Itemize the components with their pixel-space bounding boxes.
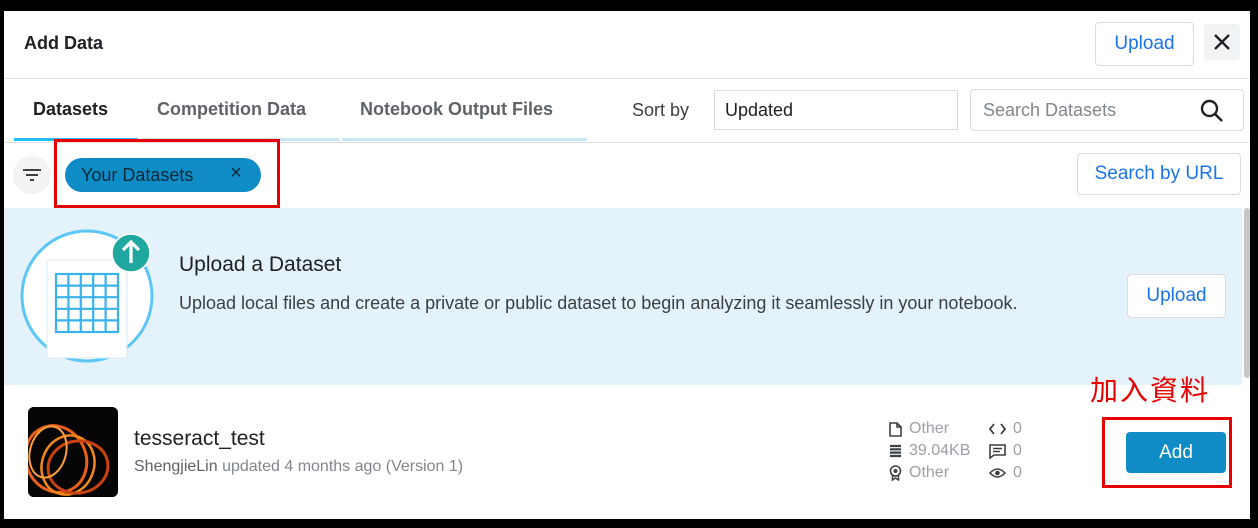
dataset-title[interactable]: tesseract_test [134,427,265,451]
size-meta: 39.04KB [889,442,970,460]
upload-button[interactable]: Upload [1095,22,1194,66]
filter-button[interactable] [13,156,51,194]
tab-notebook-output-files[interactable]: Notebook Output Files [360,99,553,120]
discussion-icon [989,443,1006,459]
dataset-owner[interactable]: ShengjieLin [134,458,218,475]
dataset-thumbnail-image [28,407,118,497]
license-meta: Other [889,464,949,482]
dataset-size: 39.04KB [909,442,971,459]
file-type-meta: Other [889,420,949,438]
dataset-thumbnail[interactable] [28,407,118,497]
sort-label: Sort by [632,100,690,120]
upload-arrow-icon [111,233,151,273]
tab-competition-data[interactable]: Competition Data [157,99,306,120]
views-meta: 0 [989,464,1022,482]
add-data-dialog: Add Data Upload Datasets Competition Dat… [4,11,1250,519]
tab-datasets[interactable]: Datasets [33,99,108,120]
banner-upload-button[interactable]: Upload [1127,274,1226,318]
banner-title: Upload a Dataset [179,253,342,276]
dataset-updated: updated 4 months ago (Version 1) [222,458,464,475]
close-button[interactable] [1204,24,1240,60]
highlight-box [54,139,280,208]
search-input[interactable] [981,99,1185,122]
code-meta: 0 [989,420,1022,438]
database-icon [890,444,901,458]
dialog-title: Add Data [24,33,104,53]
file-type: Other [909,420,950,437]
discussion-meta: 0 [989,442,1022,460]
annotation-text: 加入資料 [1090,374,1211,407]
search-box[interactable] [970,89,1244,131]
license-icon [889,465,902,481]
eye-icon [989,468,1006,478]
highlight-box [1102,417,1232,488]
banner-description: Upload local files and create a private … [179,293,1018,313]
scrollbar[interactable] [1244,208,1250,378]
discussion-count: 0 [1013,442,1022,459]
file-icon [889,421,902,437]
code-count: 0 [1013,420,1022,437]
tab-indicator [342,138,587,141]
dataset-subtitle: ShengjieLin updated 4 months ago (Versio… [134,458,463,476]
header-divider [4,78,1250,79]
close-icon [1214,34,1230,50]
code-icon [989,423,1006,435]
license-type: Other [909,464,950,481]
sort-select[interactable]: Updated [714,90,958,130]
view-count: 0 [1013,464,1022,481]
filter-icon [23,169,41,181]
search-by-url-button[interactable]: Search by URL [1077,153,1241,195]
search-icon[interactable] [1199,98,1225,124]
